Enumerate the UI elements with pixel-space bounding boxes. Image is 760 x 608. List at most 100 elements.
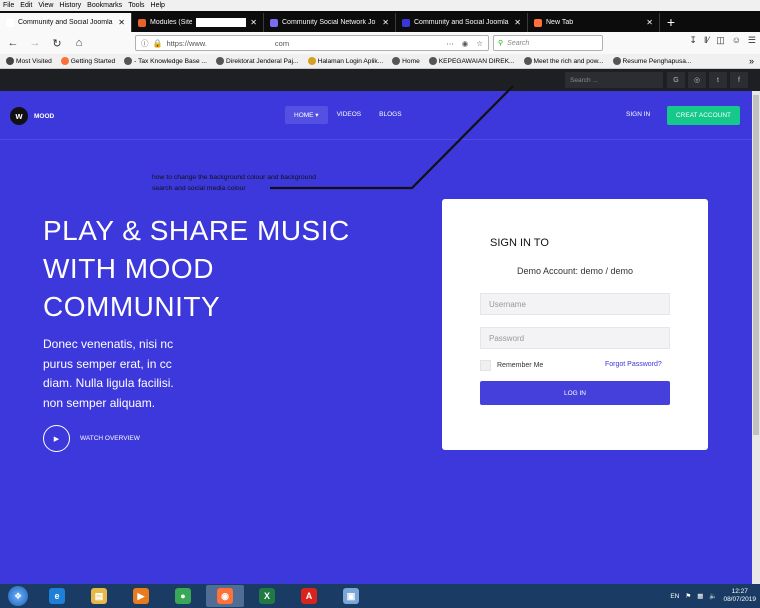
remember-checkbox[interactable] [480, 360, 491, 371]
taskbar-app-ie[interactable]: e [38, 585, 76, 607]
taskbar-apps: e ▤ ▶ ● ◉ X A ▣ [38, 585, 370, 607]
scrollbar-thumb[interactable] [753, 95, 759, 435]
twitter-icon[interactable]: t [709, 72, 727, 88]
hamburger-menu-icon[interactable]: ☰ [748, 35, 756, 46]
reload-button[interactable]: ↻ [49, 35, 65, 51]
site-nav: HOME ▾ VIDEOS BLOGS [285, 106, 411, 124]
url-domain: com [274, 38, 290, 48]
taskbar-app-acrobat[interactable]: A [290, 585, 328, 607]
sign-in-link[interactable]: SIGN IN [626, 111, 650, 118]
bookmark-item[interactable]: Home [392, 57, 420, 65]
menu-item-edit[interactable]: Edit [20, 2, 32, 9]
browser-tab[interactable]: Community and Social Joomla tem ✕ [396, 13, 528, 32]
close-tab-icon[interactable]: ✕ [514, 18, 521, 27]
taskbar-app-other[interactable]: ▣ [332, 585, 370, 607]
nav-item[interactable]: VIDEOS [328, 106, 371, 124]
remember-me[interactable]: Remember Me [480, 360, 543, 371]
sidebar-icon[interactable]: ◫ [716, 35, 725, 46]
password-placeholder: Password [489, 333, 525, 343]
create-account-button[interactable]: CREAT ACCOUNT [667, 106, 740, 125]
menu-item-bookmarks[interactable]: Bookmarks [87, 2, 122, 9]
bookmark-label: Home [402, 57, 420, 65]
url-bar[interactable]: ⓘ 🔒 https://www. com ⋯ ◉ ☆ [135, 35, 489, 51]
facebook-icon[interactable]: f [730, 72, 748, 88]
site-logo[interactable]: w MOOD [10, 107, 54, 125]
logo-text: MOOD [34, 112, 55, 120]
bookmark-item[interactable]: Getting Started [60, 57, 115, 65]
close-tab-icon[interactable]: ✕ [250, 18, 257, 27]
account-icon[interactable]: ☺ [732, 35, 741, 46]
close-tab-icon[interactable]: ✕ [118, 18, 125, 27]
browser-tab[interactable]: Modules (Site) - ✕ [132, 13, 264, 32]
watch-label: WATCH OVERVIEW [80, 435, 140, 442]
close-tab-icon[interactable]: ✕ [646, 18, 653, 27]
tab-title: Community and Social Joomla tem [414, 19, 510, 26]
browser-tab[interactable]: Community Social Network Jo ✕ [264, 13, 396, 32]
bookmark-favicon-icon [392, 57, 401, 65]
taskbar-app-excel[interactable]: X [248, 585, 286, 607]
windows-logo-icon: ❖ [8, 586, 28, 606]
library-icon[interactable]: ‖⁄ [704, 35, 709, 46]
taskbar-app-chrome[interactable]: ● [164, 585, 202, 607]
new-tab-button[interactable]: + [660, 13, 682, 32]
bookmark-item[interactable]: Direktorat Jenderal Paj... [215, 57, 299, 65]
login-title: SIGN IN TO [490, 237, 549, 249]
bookmark-item[interactable]: Resume Penghapusa... [612, 57, 692, 65]
bookmark-item[interactable]: Meet the rich and pow... [523, 57, 604, 65]
info-icon[interactable]: ⓘ [141, 38, 149, 49]
pocket-icon[interactable]: ◉ [462, 39, 469, 48]
browser-tab[interactable]: Community and Social Joomla ✕ [0, 13, 132, 32]
back-button[interactable]: ← [5, 35, 21, 51]
menu-item-help[interactable]: Help [151, 2, 165, 9]
login-button[interactable]: LOG IN [480, 381, 670, 405]
close-tab-icon[interactable]: ✕ [382, 18, 389, 27]
play-icon[interactable]: ▶ [43, 425, 70, 452]
menu-item-history[interactable]: History [59, 2, 81, 9]
menu-item-view[interactable]: View [38, 2, 53, 9]
lead-line: non semper aliquam. [43, 395, 156, 410]
bookmark-label: Resume Penghapusa... [622, 57, 692, 65]
page-actions-icon[interactable]: ⋯ [446, 39, 454, 48]
flag-icon[interactable]: ⚑ [685, 592, 691, 600]
username-field[interactable]: Username [480, 293, 670, 315]
bookmarks-overflow-icon[interactable]: » [749, 56, 754, 66]
language-indicator[interactable]: EN [670, 593, 679, 600]
bookmark-item[interactable]: Halaman Login Aplik... [307, 57, 383, 65]
nav-item[interactable]: HOME ▾ [285, 106, 328, 124]
watch-overview-link[interactable]: ▶ WATCH OVERVIEW [43, 425, 140, 452]
taskbar-app-media[interactable]: ▶ [122, 585, 160, 607]
tab-title: Community Social Network Jo [282, 19, 376, 26]
google-icon[interactable]: G [667, 72, 685, 88]
taskbar-app-firefox[interactable]: ◉ [206, 585, 244, 607]
site-search-placeholder: Search ... [570, 76, 598, 84]
password-field[interactable]: Password [480, 327, 670, 349]
menu-item-file[interactable]: File [3, 2, 14, 9]
download-icon[interactable]: ↧ [689, 35, 697, 46]
start-button[interactable]: ❖ [2, 585, 34, 607]
bookmark-favicon-icon [124, 57, 133, 65]
bookmark-star-icon[interactable]: ☆ [476, 39, 483, 48]
instagram-icon[interactable]: ◎ [688, 72, 706, 88]
home-button[interactable]: ⌂ [71, 35, 87, 51]
forgot-password-link[interactable]: Forgot Password? [605, 361, 662, 368]
taskbar-app-explorer[interactable]: ▤ [80, 585, 118, 607]
site-search-input[interactable]: Search ... [565, 72, 663, 88]
page-scrollbar[interactable] [752, 91, 760, 584]
nav-divider [0, 139, 760, 140]
browser-tab[interactable]: New Tab ✕ [528, 13, 660, 32]
volume-icon[interactable]: 🔈 [709, 592, 717, 600]
forward-button[interactable]: → [27, 35, 43, 51]
browser-search-input[interactable]: ⚲ Search [493, 35, 603, 51]
tab-favicon-icon [534, 18, 542, 27]
tab-title: New Tab [546, 19, 574, 26]
clock[interactable]: 12:27 08/07/2019 [723, 588, 756, 604]
remember-label: Remember Me [497, 362, 544, 369]
bookmark-favicon-icon [60, 57, 69, 65]
bookmark-item[interactable]: - Tax Knowledge Base ... [124, 57, 207, 65]
bookmark-item[interactable]: KEPEGAWAIAN DIREK... [428, 57, 515, 65]
menu-item-tools[interactable]: Tools [128, 2, 144, 9]
bookmark-item[interactable]: Most Visited [6, 57, 52, 65]
windows-taskbar: ❖ e ▤ ▶ ● ◉ X A ▣ EN ⚑ ▦ 🔈 12:27 08/07/2019 [0, 584, 760, 608]
nav-item[interactable]: BLOGS [370, 106, 410, 124]
network-icon[interactable]: ▦ [697, 592, 703, 600]
